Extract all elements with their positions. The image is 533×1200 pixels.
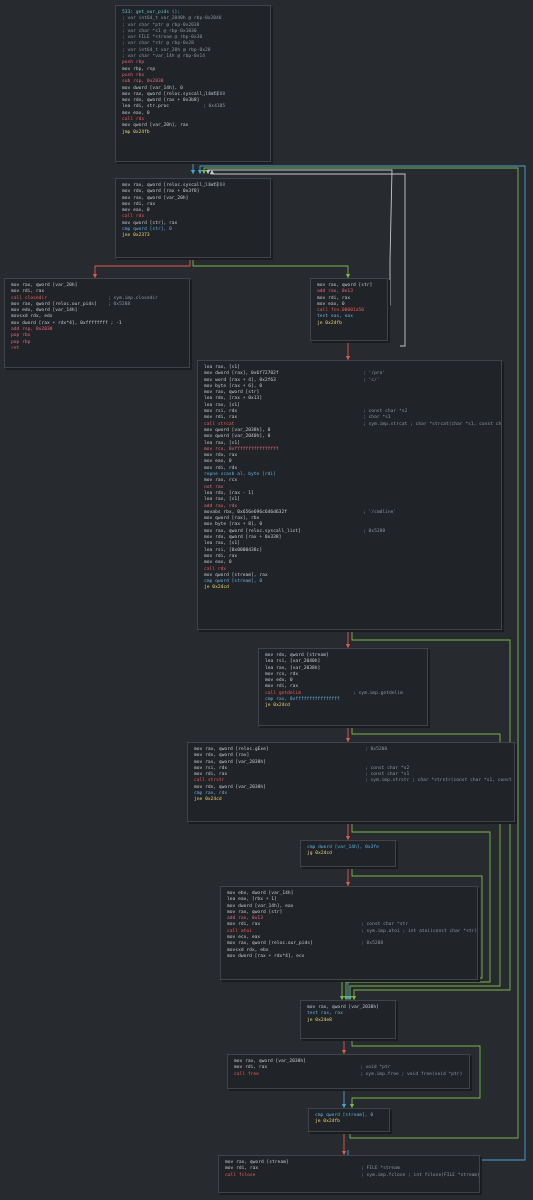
asm-comment: ; sym.imp.fclose ; int fclose(FILE *stre… bbox=[361, 1172, 480, 1178]
basic-block-loop-head[interactable]: mov rax, qword [reloc.syscall_list]; 0x5… bbox=[115, 178, 271, 258]
asm-instruction: je 0x24cd bbox=[204, 585, 229, 591]
asm-instruction: jne 0x2373 bbox=[122, 233, 150, 239]
edge-b1-true bbox=[192, 257, 351, 279]
asm-instruction: je 0x24fb bbox=[315, 1119, 340, 1125]
basic-block-strstr[interactable]: mov rax, qword [reloc.gExe]; 0x5200 mov r… bbox=[187, 742, 515, 822]
basic-block-check-stream[interactable]: cmp qword [stream], 0 je 0x24fb bbox=[308, 1108, 390, 1132]
edge-b1-false bbox=[92, 257, 191, 279]
asm-line[interactable]: je 0x24fb bbox=[315, 1119, 383, 1125]
basic-block-getdelim[interactable]: mov rdx, qword [stream] lea rsi, [var_204… bbox=[258, 648, 428, 726]
asm-line[interactable]: je 0x24cd bbox=[204, 585, 495, 591]
asm-line[interactable]: je 0x24cd bbox=[265, 703, 421, 709]
asm-comment: ; sym.imp.free ; void free(void *ptr) bbox=[360, 1071, 463, 1077]
basic-block-fclose[interactable]: mov rax, qword [stream] mov rdi, rax; FIL… bbox=[218, 1155, 480, 1193]
asm-line[interactable]: jmp 0x24fb bbox=[122, 130, 264, 136]
asm-line[interactable]: call free ; sym.imp.free ; void free(void… bbox=[234, 1072, 463, 1078]
asm-line[interactable]: mov dword [rax + rdx*4], ecx bbox=[227, 954, 471, 960]
asm-instruction: call free bbox=[234, 1071, 259, 1077]
asm-line[interactable]: ret bbox=[11, 346, 183, 352]
basic-block-entry[interactable]: 533: get_our_pids ();; var int64_t var_2… bbox=[115, 5, 271, 162]
basic-block-store-pid[interactable]: mov ebx, dword [var_14h] lea eax, [rbx + … bbox=[220, 886, 478, 980]
asm-line[interactable]: je 0x24fb bbox=[317, 321, 381, 327]
asm-line[interactable]: jg 0x24cd bbox=[307, 851, 389, 857]
asm-instruction: jg 0x24cd bbox=[307, 851, 332, 857]
asm-instruction: je 0x24fb bbox=[317, 320, 342, 326]
basic-block-free[interactable]: mov rax, qword [var_2038h] mov rdi, rax; … bbox=[227, 1054, 470, 1089]
asm-line[interactable]: call fclose ; sym.imp.fclose ; int fclose… bbox=[225, 1172, 479, 1179]
asm-instruction: jmp 0x24fb bbox=[122, 129, 150, 135]
asm-instruction: je 0x24e8 bbox=[307, 1017, 332, 1023]
asm-instruction: jne 0x24cd bbox=[194, 797, 222, 803]
asm-instruction: call fclose bbox=[225, 1172, 256, 1178]
basic-block-check-ptr[interactable]: mov rax, qword [var_2038h] test rax, rax j… bbox=[300, 1000, 396, 1039]
asm-line[interactable]: jne 0x24cd bbox=[194, 797, 508, 803]
asm-instruction: ret bbox=[11, 345, 20, 351]
basic-block-check-pid[interactable]: mov rax, qword [str] add rax, 0x13 mov rdi… bbox=[310, 278, 388, 341]
basic-block-cmp-limit[interactable]: cmp dword [var_14h], 0x3fe jg 0x24cd bbox=[300, 840, 396, 867]
asm-instruction: mov dword [rax + rdx*4], ecx bbox=[227, 953, 305, 959]
basic-block-build-path[interactable]: lea rax, [s1] mov dword [rax], 0x6f72702f… bbox=[197, 360, 502, 630]
asm-instruction: je 0x24cd bbox=[265, 703, 290, 709]
asm-line[interactable]: jne 0x2373 bbox=[122, 233, 264, 239]
basic-block-exit[interactable]: mov rax, qword [var_20h] mov rdi, rax call… bbox=[4, 278, 190, 368]
asm-line[interactable]: je 0x24e8 bbox=[307, 1018, 389, 1024]
